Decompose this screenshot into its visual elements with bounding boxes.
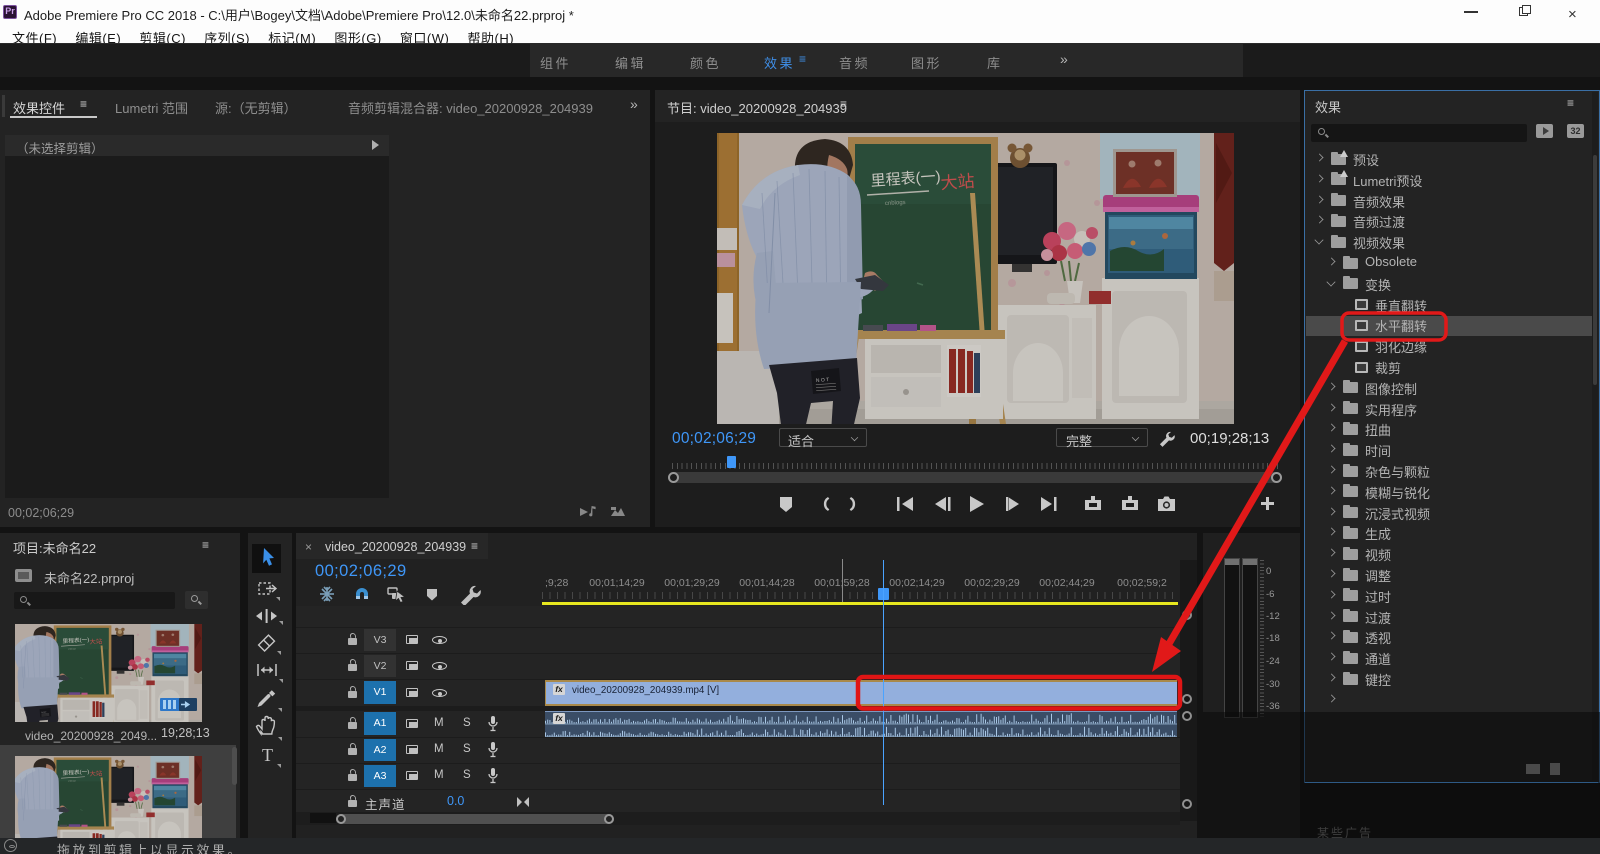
svg-text:T: T [262,745,273,765]
